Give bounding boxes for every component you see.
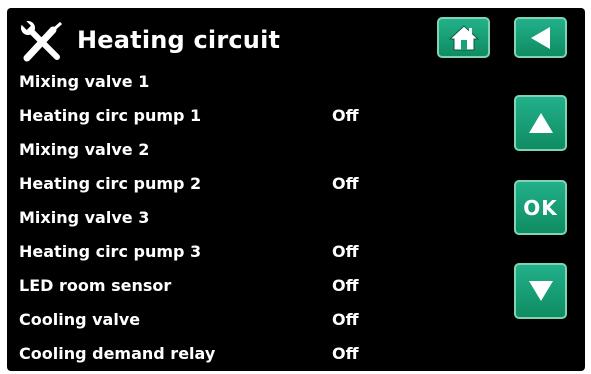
list-item[interactable]: Heating circ pump 1 Off bbox=[19, 106, 439, 140]
list-item-label: LED room sensor bbox=[19, 276, 172, 295]
list-item[interactable]: Cooling demand relay Off bbox=[19, 344, 439, 371]
list-item-label: Mixing valve 2 bbox=[19, 140, 150, 159]
list-item-value: Off bbox=[332, 310, 359, 329]
down-arrow-icon bbox=[528, 281, 553, 301]
scroll-up-button[interactable] bbox=[514, 95, 567, 151]
back-button[interactable] bbox=[514, 17, 567, 58]
list-item[interactable]: Cooling valve Off bbox=[19, 310, 439, 344]
display-screen: Heating circuit OK Mixing valve 1 Heatin… bbox=[7, 8, 585, 371]
list-item[interactable]: Heating circ pump 3 Off bbox=[19, 242, 439, 276]
list-item-value: Off bbox=[332, 276, 359, 295]
list-item[interactable]: Mixing valve 2 bbox=[19, 140, 439, 174]
list-item-value: Off bbox=[332, 174, 359, 193]
list-item[interactable]: Mixing valve 3 bbox=[19, 208, 439, 242]
home-icon bbox=[448, 24, 479, 50]
back-arrow-icon bbox=[530, 26, 550, 49]
list-item-label: Mixing valve 3 bbox=[19, 208, 150, 227]
list-item-label: Mixing valve 1 bbox=[19, 72, 150, 91]
list-item-value: Off bbox=[332, 106, 359, 125]
list-item[interactable]: LED room sensor Off bbox=[19, 276, 439, 310]
list-item-value: Off bbox=[332, 242, 359, 261]
list-item-label: Heating circ pump 3 bbox=[19, 242, 202, 261]
scroll-down-button[interactable] bbox=[514, 263, 567, 319]
ok-label: OK bbox=[523, 195, 558, 220]
page-title: Heating circuit bbox=[77, 26, 281, 54]
list-item[interactable]: Mixing valve 1 bbox=[19, 72, 439, 106]
up-arrow-icon bbox=[528, 113, 553, 133]
home-button[interactable] bbox=[437, 17, 490, 58]
list-item-label: Heating circ pump 1 bbox=[19, 106, 202, 125]
list-item[interactable]: Heating circ pump 2 Off bbox=[19, 174, 439, 208]
list-item-value: Off bbox=[332, 344, 359, 363]
list-item-label: Heating circ pump 2 bbox=[19, 174, 202, 193]
list-item-label: Cooling demand relay bbox=[19, 344, 216, 363]
tools-icon bbox=[21, 21, 63, 62]
list-item-label: Cooling valve bbox=[19, 310, 141, 329]
ok-button[interactable]: OK bbox=[514, 180, 567, 235]
